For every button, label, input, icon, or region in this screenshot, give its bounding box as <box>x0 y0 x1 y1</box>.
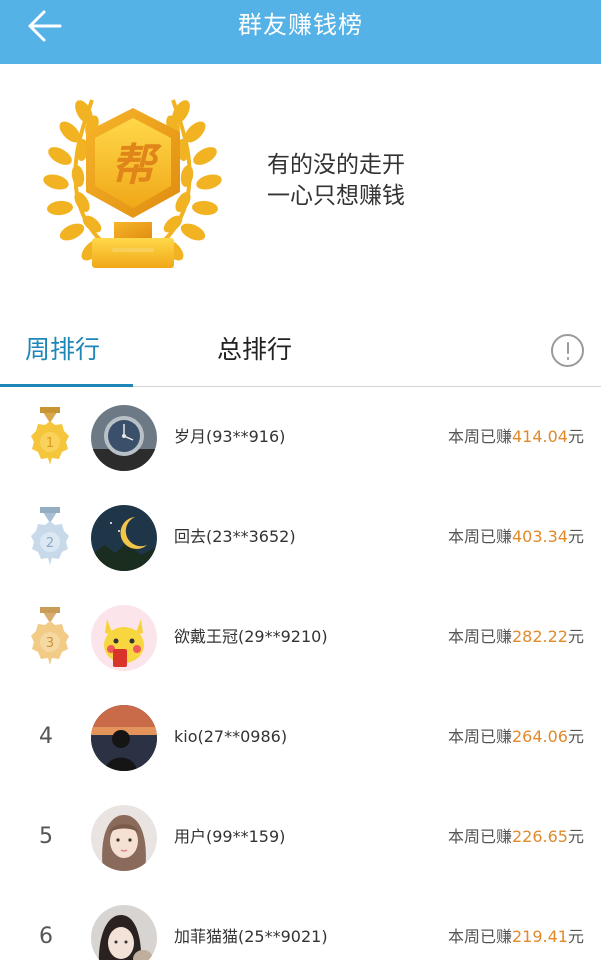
weekly-earnings: 本周已赚226.65元 <box>447 827 584 846</box>
active-tab-indicator <box>0 384 133 387</box>
rank-number: 5 <box>39 824 53 849</box>
weekly-earnings: 本周已赚219.41元 <box>447 927 584 946</box>
list-item[interactable]: 5 用户(99**159) 本周已赚226.65元 <box>0 788 601 888</box>
page-title: 群友赚钱榜 <box>238 11 363 39</box>
earnings-amount: 219.41 <box>512 927 568 946</box>
svg-text:2: 2 <box>46 536 54 551</box>
weekly-earnings: 本周已赚264.06元 <box>447 727 584 746</box>
slogan-line-2: 一心只想赚钱 <box>267 183 405 209</box>
earnings-amount: 226.65 <box>512 827 568 846</box>
avatar[interactable] <box>91 505 157 571</box>
list-item[interactable]: 3 欲戴王冠(29**9210) 本周已赚282.22元 <box>0 588 601 688</box>
rank-number: 4 <box>39 724 53 749</box>
gold-medal-icon: 1 <box>31 407 69 465</box>
rank-number: 6 <box>39 924 53 949</box>
info-circle-icon <box>566 342 569 354</box>
earnings-amount: 282.22 <box>512 627 568 646</box>
earnings-amount: 414.04 <box>512 427 568 446</box>
list-item[interactable]: 1 岁月(93**916) 本周已赚414.04元 <box>0 388 601 488</box>
user-name[interactable]: 加菲猫猫(25**9021) <box>174 925 328 949</box>
tab-weekly[interactable]: 周排行 <box>25 332 100 368</box>
silver-medal-icon: 2 <box>31 507 69 565</box>
avatar[interactable] <box>91 605 157 671</box>
info-button[interactable] <box>551 334 584 367</box>
weekly-earnings: 本周已赚414.04元 <box>447 427 584 446</box>
list-item[interactable]: 6 加菲猫猫(25**9021) 本周已赚219.41元 <box>0 888 601 960</box>
earnings-amount: 264.06 <box>512 727 568 746</box>
list-item[interactable]: 2 回去(23**3652) 本周已赚403.34元 <box>0 488 601 588</box>
avatar[interactable] <box>91 805 157 871</box>
weekly-earnings: 本周已赚282.22元 <box>447 627 584 646</box>
user-name[interactable]: 岁月(93**916) <box>174 425 285 449</box>
avatar[interactable] <box>91 905 157 960</box>
avatar[interactable] <box>91 705 157 771</box>
weekly-earnings: 本周已赚403.34元 <box>447 527 584 546</box>
svg-text:3: 3 <box>46 636 54 651</box>
avatar[interactable] <box>91 405 157 471</box>
hero-banner: 帮 有的没的走开 一心只想赚钱 <box>0 64 601 304</box>
bronze-medal-icon: 3 <box>31 607 69 665</box>
svg-text:1: 1 <box>46 436 54 451</box>
user-name[interactable]: 回去(23**3652) <box>174 525 296 549</box>
list-item[interactable]: 4 kio(27**0986) 本周已赚264.06元 <box>0 688 601 788</box>
ranking-tabs: 周排行 总排行 <box>0 312 601 387</box>
trophy-icon: 帮 <box>43 99 222 268</box>
user-name[interactable]: kio(27**0986) <box>174 725 287 749</box>
slogan-line-1: 有的没的走开 <box>267 152 405 178</box>
slogan: 有的没的走开 一心只想赚钱 <box>267 150 405 212</box>
user-name[interactable]: 用户(99**159) <box>174 825 285 849</box>
user-name[interactable]: 欲戴王冠(29**9210) <box>174 625 328 649</box>
trophy-glyph: 帮 <box>111 140 162 191</box>
title-bar: 群友赚钱榜 <box>0 0 601 64</box>
earnings-amount: 403.34 <box>512 527 568 546</box>
tab-total[interactable]: 总排行 <box>217 332 292 368</box>
